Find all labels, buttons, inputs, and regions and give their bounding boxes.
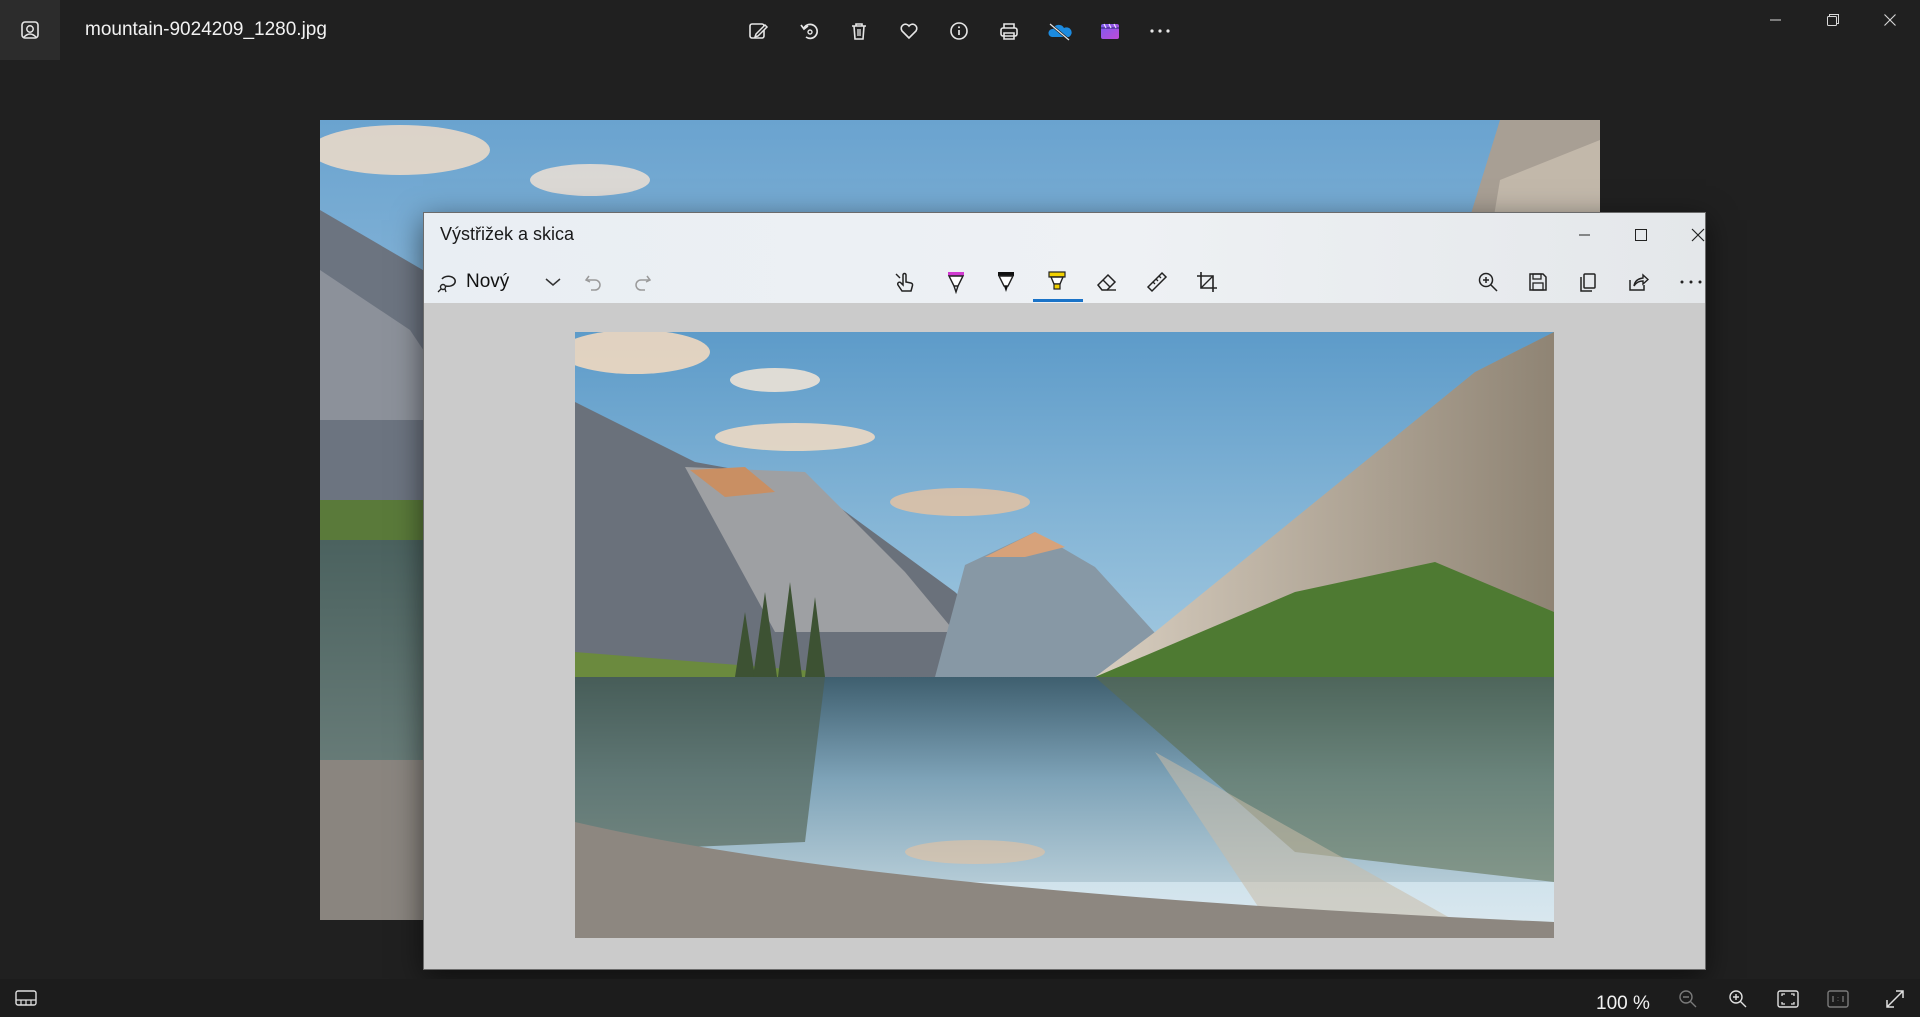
restore-icon: [1827, 14, 1839, 26]
snip-sketch-window: Výstřižek a skica Nový: [423, 212, 1706, 970]
snip-window-title: Výstřižek a skica: [440, 224, 575, 244]
active-tool-indicator: [1033, 299, 1083, 302]
delete-button[interactable]: [842, 14, 876, 48]
favorite-button[interactable]: [892, 14, 926, 48]
rotate-icon: [798, 20, 820, 42]
snip-canvas[interactable]: [424, 303, 1705, 969]
fit-to-window-icon: [1777, 989, 1799, 1009]
info-button[interactable]: [942, 14, 976, 48]
highlighter-button[interactable]: [1038, 263, 1076, 301]
close-button[interactable]: [1867, 4, 1913, 36]
zoom-out-icon: [1678, 989, 1698, 1009]
crop-button[interactable]: [1188, 263, 1226, 301]
photos-app-button[interactable]: [0, 0, 60, 60]
new-snip-button[interactable]: Nový: [436, 263, 509, 301]
ruler-button[interactable]: [1138, 263, 1176, 301]
snip-minimize-button[interactable]: [1562, 215, 1608, 255]
rotate-button[interactable]: [792, 14, 826, 48]
undo-button[interactable]: [574, 263, 612, 301]
fullscreen-icon: [1885, 989, 1905, 1009]
snip-header: Výstřižek a skica Nový: [424, 213, 1705, 303]
chevron-down-icon: [545, 277, 561, 287]
restore-button[interactable]: [1810, 4, 1856, 36]
pencil-icon: [994, 270, 1018, 294]
fullscreen-button[interactable]: [1880, 984, 1910, 1014]
pencil-button[interactable]: [987, 263, 1025, 301]
maximize-icon: [1635, 229, 1647, 241]
onedrive-button[interactable]: [1043, 14, 1077, 48]
close-icon: [1884, 14, 1896, 26]
ruler-icon: [1145, 270, 1169, 294]
new-snip-dropdown[interactable]: [535, 263, 571, 301]
touch-writing-button[interactable]: [886, 263, 924, 301]
share-icon: [1627, 271, 1649, 293]
fit-to-window-button[interactable]: [1773, 984, 1803, 1014]
share-button[interactable]: [1619, 263, 1657, 301]
more-icon: [1148, 20, 1172, 42]
ballpoint-pen-icon: [944, 270, 968, 294]
delete-icon: [848, 20, 870, 42]
filmstrip-icon: [15, 989, 37, 1007]
ballpoint-pen-button[interactable]: [937, 263, 975, 301]
favorite-icon: [898, 20, 920, 42]
snip-image[interactable]: [575, 332, 1554, 938]
eraser-icon: [1095, 270, 1119, 294]
minimize-icon: [1579, 229, 1591, 241]
print-button[interactable]: [992, 14, 1026, 48]
highlighter-icon: [1045, 270, 1069, 294]
clipchamp-icon: [1099, 20, 1121, 42]
more-icon: [1678, 271, 1704, 293]
close-icon: [1691, 228, 1705, 242]
redo-button[interactable]: [624, 263, 662, 301]
clipchamp-button[interactable]: [1093, 14, 1127, 48]
photos-app-icon: [20, 20, 40, 40]
undo-icon: [583, 272, 603, 292]
minimize-button[interactable]: [1753, 4, 1799, 36]
save-icon: [1527, 271, 1549, 293]
copy-button[interactable]: [1569, 263, 1607, 301]
print-icon: [998, 20, 1020, 42]
minimize-icon: [1770, 14, 1782, 26]
zoom-in-button[interactable]: [1723, 984, 1753, 1014]
info-icon: [948, 20, 970, 42]
zoom-icon: [1477, 271, 1499, 293]
actual-size-icon: [1827, 989, 1849, 1009]
file-name: mountain-9024209_1280.jpg: [85, 19, 327, 40]
copy-icon: [1577, 271, 1599, 293]
zoom-out-button[interactable]: [1673, 984, 1703, 1014]
zoom-button[interactable]: [1469, 263, 1507, 301]
zoom-level-text: 100 %: [1596, 993, 1650, 1014]
actual-size-button[interactable]: [1823, 984, 1853, 1014]
more-button[interactable]: [1143, 14, 1177, 48]
snip-maximize-button[interactable]: [1618, 215, 1664, 255]
snip-more-button[interactable]: [1672, 263, 1710, 301]
save-button[interactable]: [1519, 263, 1557, 301]
filmstrip-toggle-button[interactable]: [10, 983, 42, 1013]
onedrive-icon: [1047, 20, 1073, 42]
snip-close-button[interactable]: [1675, 215, 1721, 255]
edit-image-button[interactable]: [741, 14, 775, 48]
new-snip-label: Nový: [466, 271, 510, 292]
snip-new-icon: [436, 271, 458, 293]
status-bar: 100 %: [0, 979, 1920, 1017]
crop-icon: [1195, 270, 1219, 294]
eraser-button[interactable]: [1088, 263, 1126, 301]
photos-title-bar: mountain-9024209_1280.jpg: [0, 0, 1920, 60]
touch-writing-icon: [893, 270, 917, 294]
zoom-in-icon: [1728, 989, 1748, 1009]
redo-icon: [633, 272, 653, 292]
edit-image-icon: [747, 20, 769, 42]
